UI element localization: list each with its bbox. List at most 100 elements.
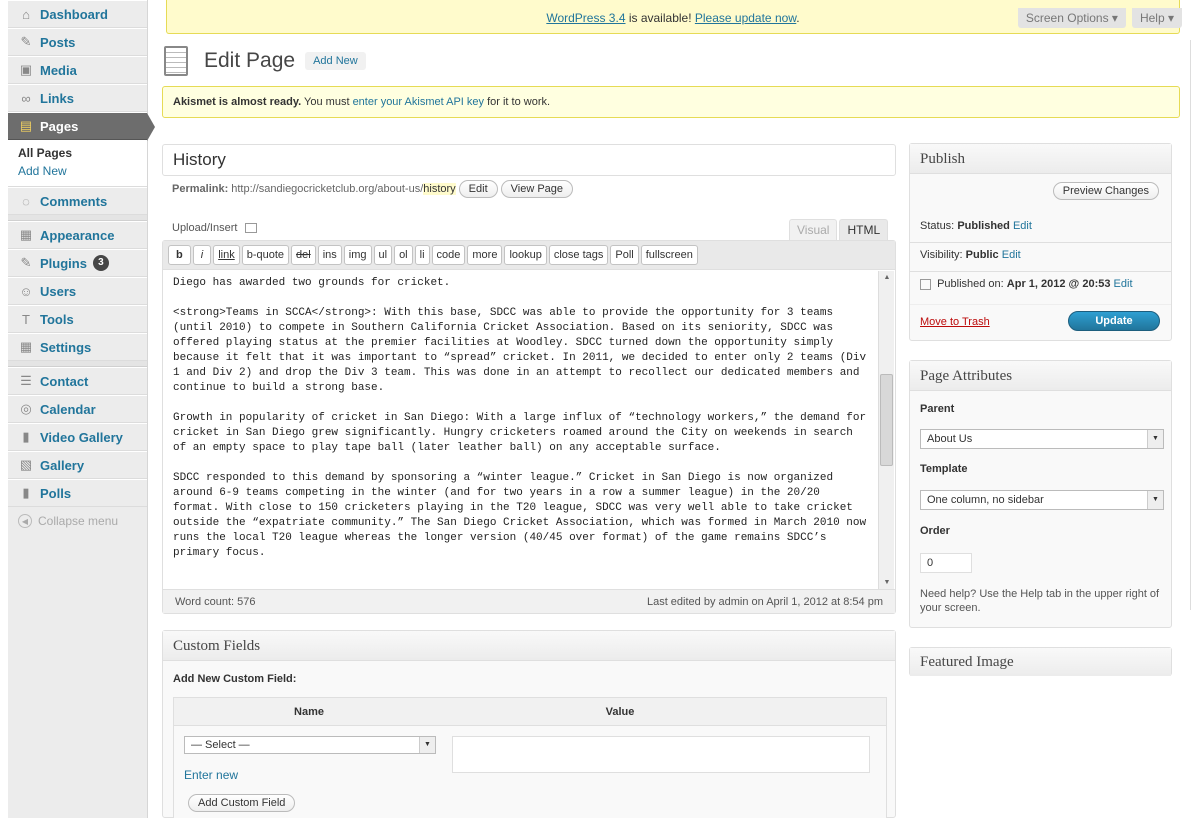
move-to-trash-link[interactable]: Move to Trash — [920, 316, 990, 328]
scrollbar-thumb[interactable] — [880, 374, 893, 466]
post-title-input[interactable]: History — [162, 144, 896, 176]
update-nag-suffix: . — [796, 11, 800, 25]
status-edit-link[interactable]: Edit — [1013, 220, 1032, 232]
permalink-slug[interactable]: history — [423, 183, 456, 195]
scroll-down-icon[interactable]: ▼ — [879, 579, 895, 586]
submenu-all-pages[interactable]: All Pages — [18, 144, 147, 162]
menu-item-label: Settings — [40, 339, 92, 355]
screen-meta-links: Screen Options ▾ Help ▾ — [1017, 8, 1182, 28]
menu-item-tools[interactable]: T Tools — [8, 305, 147, 333]
template-select[interactable]: One column, no sidebar ▼ — [920, 490, 1164, 510]
custom-fields-title[interactable]: Custom Fields — [163, 631, 895, 661]
akismet-api-key-link[interactable]: enter your Akismet API key — [353, 96, 484, 108]
plugins-icon: ✎ — [20, 255, 32, 270]
preview-changes-button[interactable]: Preview Changes — [1052, 182, 1159, 200]
page-title: Edit Page — [204, 49, 296, 72]
parent-select[interactable]: About Us ▼ — [920, 429, 1164, 449]
quicktag-code-button[interactable]: code — [431, 245, 466, 265]
quicktag-ins-button[interactable]: ins — [317, 245, 342, 265]
menu-item-calendar[interactable]: ◎ Calendar — [8, 395, 147, 423]
screen-options-tab[interactable]: Screen Options ▾ — [1017, 8, 1126, 28]
quicktag-link-button[interactable]: link — [213, 245, 240, 265]
custom-field-key-value: — Select — — [191, 739, 250, 751]
menu-item-video-gallery[interactable]: ▮ Video Gallery — [8, 423, 147, 451]
menu-item-links[interactable]: ∞ Links — [8, 84, 147, 112]
menu-item-comments[interactable]: ◌ Comments — [8, 187, 147, 215]
wordpress-version-link[interactable]: WordPress 3.4 — [546, 11, 625, 25]
menu-item-dashboard[interactable]: ⌂ Dashboard — [8, 0, 147, 28]
visibility-row: Visibility: Public Edit — [920, 249, 1021, 261]
scroll-up-icon[interactable]: ▲ — [879, 274, 895, 281]
menu-item-polls[interactable]: ▮ Polls — [8, 479, 147, 507]
publish-title[interactable]: Publish — [910, 144, 1171, 174]
pages-submenu: All Pages Add New — [8, 140, 147, 187]
editor-scrollbar[interactable]: ▲ ▼ — [878, 271, 894, 589]
menu-item-label: Media — [40, 62, 77, 78]
menu-item-label: Polls — [40, 485, 72, 501]
quicktag-ol-button[interactable]: ol — [394, 245, 413, 265]
quicktag-i-button[interactable]: i — [192, 245, 212, 265]
menu-item-plugins[interactable]: ✎ Plugins 3 — [8, 249, 147, 277]
menu-item-appearance[interactable]: ▦ Appearance — [8, 221, 147, 249]
quicktag-poll-button[interactable]: Poll — [610, 245, 639, 265]
permalink-edit-button[interactable]: Edit — [458, 180, 498, 198]
custom-fields-box: Custom Fields Add New Custom Field: Name… — [162, 630, 896, 818]
update-button[interactable]: Update — [1068, 311, 1160, 331]
quicktag-del-button[interactable]: del — [291, 245, 316, 265]
menu-item-label: Pages — [40, 118, 79, 134]
permalink-label: Permalink: — [172, 183, 229, 195]
chevron-down-icon[interactable]: ▼ — [1147, 430, 1163, 448]
custom-field-key-select[interactable]: — Select — ▼ — [184, 736, 436, 754]
menu-item-posts[interactable]: ✎ Posts — [8, 28, 147, 56]
menu-item-users[interactable]: ☺ Users — [8, 277, 147, 305]
quicktag-li-button[interactable]: li — [414, 245, 430, 265]
menu-item-contact[interactable]: ☰ Contact — [8, 367, 147, 395]
order-input[interactable]: 0 — [920, 553, 972, 573]
pages-icon — [164, 46, 188, 76]
content-textarea[interactable]: Diego has awarded two grounds for cricke… — [163, 271, 881, 589]
quicktag-lookup-button[interactable]: lookup — [504, 245, 547, 265]
menu-item-settings[interactable]: ▦ Settings — [8, 333, 147, 361]
submenu-add-new[interactable]: Add New — [18, 164, 67, 178]
comments-icon: ◌ — [22, 193, 30, 209]
publish-box: Publish Preview Changes Status: Publishe… — [909, 143, 1172, 341]
chevron-down-icon[interactable]: ▼ — [1147, 491, 1163, 509]
custom-fields-header: Name Value — [174, 698, 886, 726]
menu-item-label: Comments — [40, 193, 108, 209]
featured-image-title[interactable]: Featured Image — [910, 648, 1171, 676]
chevron-down-icon[interactable]: ▼ — [419, 737, 435, 753]
custom-field-value-input[interactable] — [452, 736, 870, 773]
menu-item-media[interactable]: ▣ Media — [8, 56, 147, 84]
quicktags-toolbar: b i link b-quote del ins img ul ol li code more look… — [163, 241, 895, 270]
tab-visual[interactable]: Visual — [789, 219, 838, 241]
collapse-menu-button[interactable]: ◀ Collapse menu — [8, 507, 147, 535]
add-custom-field-button[interactable]: Add Custom Field — [188, 794, 296, 812]
quicktag-more-button[interactable]: more — [467, 245, 503, 265]
tab-html[interactable]: HTML — [839, 219, 889, 241]
help-tab[interactable]: Help ▾ — [1131, 8, 1182, 28]
page-header: Edit Page Add New — [164, 46, 366, 76]
menu-item-label: Calendar — [40, 401, 96, 417]
visibility-edit-link[interactable]: Edit — [1002, 249, 1021, 261]
plugin-update-count-badge: 3 — [92, 255, 109, 271]
quicktag-close-tags-button[interactable]: close tags — [548, 245, 609, 265]
quicktag-b-button[interactable]: b — [168, 245, 191, 265]
add-new-button[interactable]: Add New — [305, 52, 366, 70]
tools-icon: T — [22, 311, 30, 327]
enter-new-link[interactable]: Enter new — [184, 768, 238, 782]
page-attributes-title[interactable]: Page Attributes — [910, 361, 1171, 391]
published-on-edit-link[interactable]: Edit — [1114, 278, 1133, 290]
quicktag-fullscreen-button[interactable]: fullscreen — [640, 245, 698, 265]
add-media-icon[interactable] — [244, 223, 257, 234]
update-now-link[interactable]: Please update now — [695, 11, 796, 25]
collapse-menu-label: Collapse menu — [38, 514, 119, 528]
menu-item-label: Contact — [40, 373, 89, 389]
menu-item-gallery[interactable]: ▧ Gallery — [8, 451, 147, 479]
update-nag-text: is available! — [625, 11, 695, 25]
quicktag-ul-button[interactable]: ul — [373, 245, 393, 265]
media-icon: ▣ — [19, 62, 33, 77]
quicktag-img-button[interactable]: img — [343, 245, 372, 265]
view-page-button[interactable]: View Page — [500, 180, 574, 198]
menu-item-pages[interactable]: ▤ Pages — [8, 112, 155, 141]
quicktag-b-quote-button[interactable]: b-quote — [241, 245, 290, 265]
